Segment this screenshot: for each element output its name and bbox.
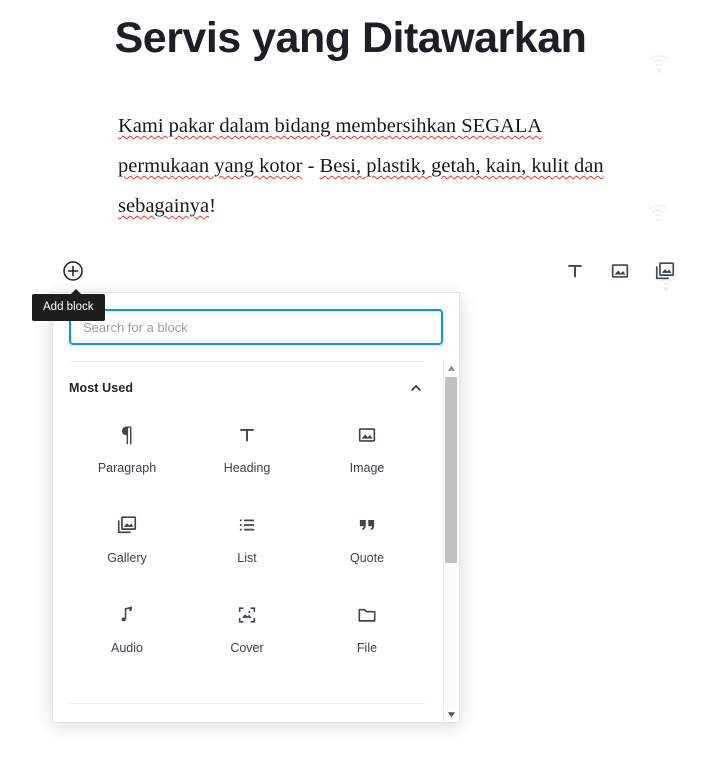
quick-insert-heading[interactable] [560, 256, 590, 286]
file-icon [355, 603, 379, 627]
block-item-list[interactable]: List [187, 499, 307, 589]
wifi-off-icon [646, 50, 672, 74]
search-container [53, 293, 459, 359]
block-item-paragraph[interactable]: ¶ Paragraph [67, 409, 187, 499]
block-item-file[interactable]: File [307, 589, 427, 679]
quick-insert-toolbar [560, 255, 680, 291]
block-label: Image [349, 461, 385, 475]
wifi-off-icon [645, 200, 671, 224]
paragraph-segment: ! [209, 195, 216, 217]
block-item-quote[interactable]: Quote [307, 499, 427, 589]
wifi-off-icon [654, 270, 678, 292]
divider [69, 361, 425, 362]
scrollbar-thumb[interactable] [445, 377, 457, 563]
quick-insert-image[interactable] [605, 256, 635, 286]
quote-icon [355, 513, 379, 537]
heading-icon [235, 423, 259, 447]
inserter-body: Most Used ¶ Paragraph Heading Image Gall… [53, 361, 459, 722]
page-title: Servis yang Ditawarkan [114, 14, 587, 62]
block-label: File [356, 641, 378, 655]
search-input[interactable] [69, 309, 443, 345]
block-item-audio[interactable]: Audio [67, 589, 187, 679]
editor-canvas: Servis yang Ditawarkan Kami pakar dalam … [0, 0, 701, 768]
block-label: Quote [349, 551, 385, 565]
block-label: Audio [111, 641, 143, 655]
cover-icon [235, 603, 259, 627]
block-inserter-panel: Most Used ¶ Paragraph [52, 292, 460, 723]
block-item-cover[interactable]: Cover [187, 589, 307, 679]
block-item-image[interactable]: Image [307, 409, 427, 499]
quick-insert-gallery[interactable] [650, 256, 680, 291]
scroll-down-arrow-icon[interactable] [444, 707, 459, 722]
block-grid: ¶ Paragraph Heading Image Gallery List Q… [67, 409, 427, 679]
block-label: Heading [223, 461, 271, 475]
image-icon [355, 423, 379, 447]
paragraph-icon: ¶ [120, 423, 134, 447]
audio-icon [115, 603, 139, 627]
inserter-scrollbar[interactable] [443, 361, 459, 722]
page-paragraph[interactable]: Kami pakar dalam bidang membersihkan SEG… [118, 106, 628, 226]
gallery-icon [115, 513, 139, 537]
chevron-up-icon[interactable] [407, 379, 425, 397]
scroll-up-arrow-icon[interactable] [444, 361, 459, 376]
block-item-heading[interactable]: Heading [187, 409, 307, 499]
list-icon [235, 513, 259, 537]
block-label: Cover [230, 641, 264, 655]
add-block-button[interactable] [61, 259, 85, 283]
section-most-used-header[interactable]: Most Used [69, 373, 425, 403]
divider [69, 703, 425, 704]
block-label: Paragraph [97, 461, 157, 475]
block-label: List [237, 551, 257, 565]
add-block-tooltip: Add block [32, 289, 105, 321]
paragraph-segment: - [302, 155, 320, 177]
section-title: Most Used [69, 381, 134, 395]
block-label: Gallery [107, 551, 147, 565]
block-item-gallery[interactable]: Gallery [67, 499, 187, 589]
